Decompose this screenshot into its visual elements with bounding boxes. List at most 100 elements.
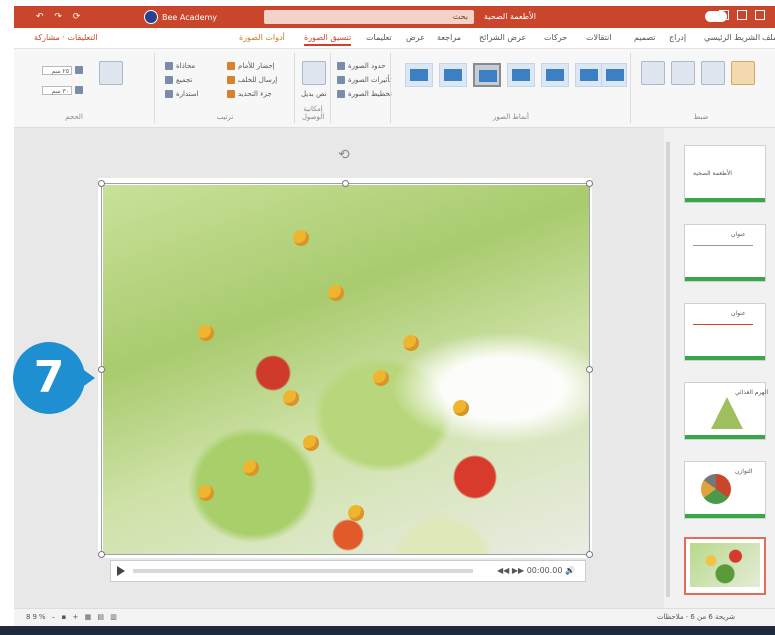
picture-style-5[interactable] <box>541 63 569 87</box>
avatar <box>144 10 158 24</box>
group-icon <box>165 76 173 84</box>
group-arrange: محاذاة تجميع استدارة إحضار للأمام إرسال … <box>154 53 295 123</box>
rotate-button[interactable]: استدارة <box>165 89 199 99</box>
picture-style-6[interactable] <box>575 63 603 87</box>
tab-picture-format[interactable]: أدوات الصورة <box>239 33 285 42</box>
send-backward-label: إرسال للخلف <box>238 76 278 84</box>
resize-handle[interactable] <box>98 180 105 187</box>
group-button[interactable]: تجميع <box>165 75 192 85</box>
slide-thumbnail-3[interactable]: عنوان <box>684 303 766 361</box>
resize-handle[interactable] <box>98 551 105 558</box>
media-progress-track[interactable] <box>133 569 473 573</box>
play-icon[interactable] <box>117 566 125 576</box>
change-picture-icon[interactable] <box>671 61 695 85</box>
height-field-row[interactable]: ٢٥ سم <box>42 65 83 75</box>
step-number-badge: 7 <box>13 342 95 414</box>
zoom-level: 89% <box>26 613 48 621</box>
tab-design[interactable]: تصميم <box>634 33 656 42</box>
compress-icon[interactable] <box>641 61 665 85</box>
resize-handle[interactable] <box>98 366 105 373</box>
media-player-bar: ◀◀ ▶▶ 00:00.00 🔊 <box>110 560 586 582</box>
group-picture-styles-label: أنماط الصور <box>493 113 529 121</box>
picture-style-7[interactable] <box>601 63 627 87</box>
thumbnail-line <box>693 324 753 325</box>
width-field[interactable]: ٣٠ سم <box>42 85 72 95</box>
document-title: الأطعمة الصحية <box>484 12 536 21</box>
image-selection-frame <box>101 183 590 555</box>
align-button[interactable]: محاذاة <box>165 61 195 71</box>
bring-forward-button[interactable]: إحضار للأمام <box>227 61 275 71</box>
salad-thumbnail-image <box>690 543 760 587</box>
picture-effects-icon <box>337 76 345 84</box>
group-effects: حدود الصورة تأثيرات الصورة تخطيط الصورة <box>330 53 392 123</box>
height-field[interactable]: ٢٥ سم <box>42 65 72 75</box>
corrections-icon[interactable] <box>731 61 755 85</box>
picture-style-1[interactable] <box>405 63 433 87</box>
tab-help[interactable]: تعليمات <box>366 33 392 42</box>
send-backward-icon <box>227 76 235 84</box>
thumbnail-accent-bar <box>685 277 765 281</box>
picture-style-2[interactable] <box>439 63 467 87</box>
window-controls <box>719 10 765 20</box>
slide-thumbnail-1[interactable]: الأطعمة الصحية <box>684 145 766 203</box>
align-icon <box>165 62 173 70</box>
picture-border-button[interactable]: حدود الصورة <box>337 61 386 71</box>
tab-view[interactable]: عرض <box>406 33 425 42</box>
bring-forward-icon <box>227 62 235 70</box>
thumbnails-scrollbar[interactable] <box>666 142 670 597</box>
picture-layout-button[interactable]: تخطيط الصورة <box>337 89 392 99</box>
resize-handle[interactable] <box>342 180 349 187</box>
width-field-row[interactable]: ٣٠ سم <box>42 85 83 95</box>
user-account[interactable]: Bee Academy <box>144 10 217 24</box>
slide-thumbnail-6-selected[interactable] <box>684 537 766 595</box>
minimize-icon[interactable] <box>719 10 729 20</box>
tab-insert[interactable]: إدراج <box>669 33 686 42</box>
tab-home[interactable]: الشريط الرئيسي <box>704 33 760 42</box>
group-picture-styles: أنماط الصور <box>390 53 631 123</box>
rotate-handle-icon[interactable]: ⟲ <box>338 147 350 163</box>
group-adjust-label: ضبط <box>693 113 709 121</box>
notes-button[interactable]: ملاحظات <box>657 613 684 621</box>
tab-review[interactable]: مراجعة <box>437 33 461 42</box>
alt-text-icon[interactable] <box>302 61 326 85</box>
maximize-icon[interactable] <box>737 10 747 20</box>
user-name: Bee Academy <box>162 12 218 22</box>
food-pyramid-graphic <box>711 397 743 429</box>
thumbnail-title: عنوان <box>731 231 746 238</box>
tab-animations[interactable]: حركات <box>544 33 567 42</box>
close-icon[interactable] <box>755 10 765 20</box>
search-input[interactable]: بحث <box>264 10 474 24</box>
comments-button[interactable]: التعليقات · مشاركة <box>34 33 97 42</box>
resize-handle[interactable] <box>586 180 593 187</box>
thumbnail-line <box>693 245 753 246</box>
tab-file[interactable]: ملف <box>762 33 775 42</box>
group-adjust: ضبط <box>630 53 771 123</box>
media-controls[interactable]: ◀◀ ▶▶ 00:00.00 🔊 <box>497 566 575 575</box>
resize-handle[interactable] <box>586 366 593 373</box>
height-icon <box>75 66 83 74</box>
share-label: مشاركة <box>34 33 60 42</box>
zoom-controls[interactable]: 89% – ▪ + ▦ ▤ ▥ <box>26 613 119 621</box>
picture-layout-icon <box>337 90 345 98</box>
slide-thumbnail-5[interactable]: التوازن <box>684 461 766 519</box>
width-icon <box>75 86 83 94</box>
tab-active[interactable]: تنسيق الصورة <box>304 33 352 46</box>
quick-access-toolbar[interactable]: ↶ ↷ ⟳ <box>36 12 84 22</box>
bring-forward-label: إحضار للأمام <box>238 62 275 70</box>
slide-thumbnail-2[interactable]: عنوان <box>684 224 766 282</box>
tab-slideshow[interactable]: عرض الشرائح <box>479 33 526 42</box>
picture-style-3[interactable] <box>473 63 501 87</box>
send-backward-button[interactable]: إرسال للخلف <box>227 75 277 85</box>
picture-border-label: حدود الصورة <box>348 62 386 70</box>
crop-icon[interactable] <box>99 61 123 85</box>
picture-style-4[interactable] <box>507 63 535 87</box>
thumbnail-accent-bar <box>685 356 765 360</box>
tab-transitions[interactable]: انتقالات <box>586 33 611 42</box>
selection-pane-button[interactable]: جزء التحديد <box>227 89 272 99</box>
slide-count: شريحة 6 من 6 <box>690 613 735 621</box>
resize-handle[interactable] <box>586 551 593 558</box>
slide-thumbnail-4[interactable]: الهرم الغذائي <box>684 382 768 440</box>
thumbnail-accent-bar <box>685 435 765 439</box>
picture-effects-button[interactable]: تأثيرات الصورة <box>337 75 392 85</box>
color-icon[interactable] <box>701 61 725 85</box>
